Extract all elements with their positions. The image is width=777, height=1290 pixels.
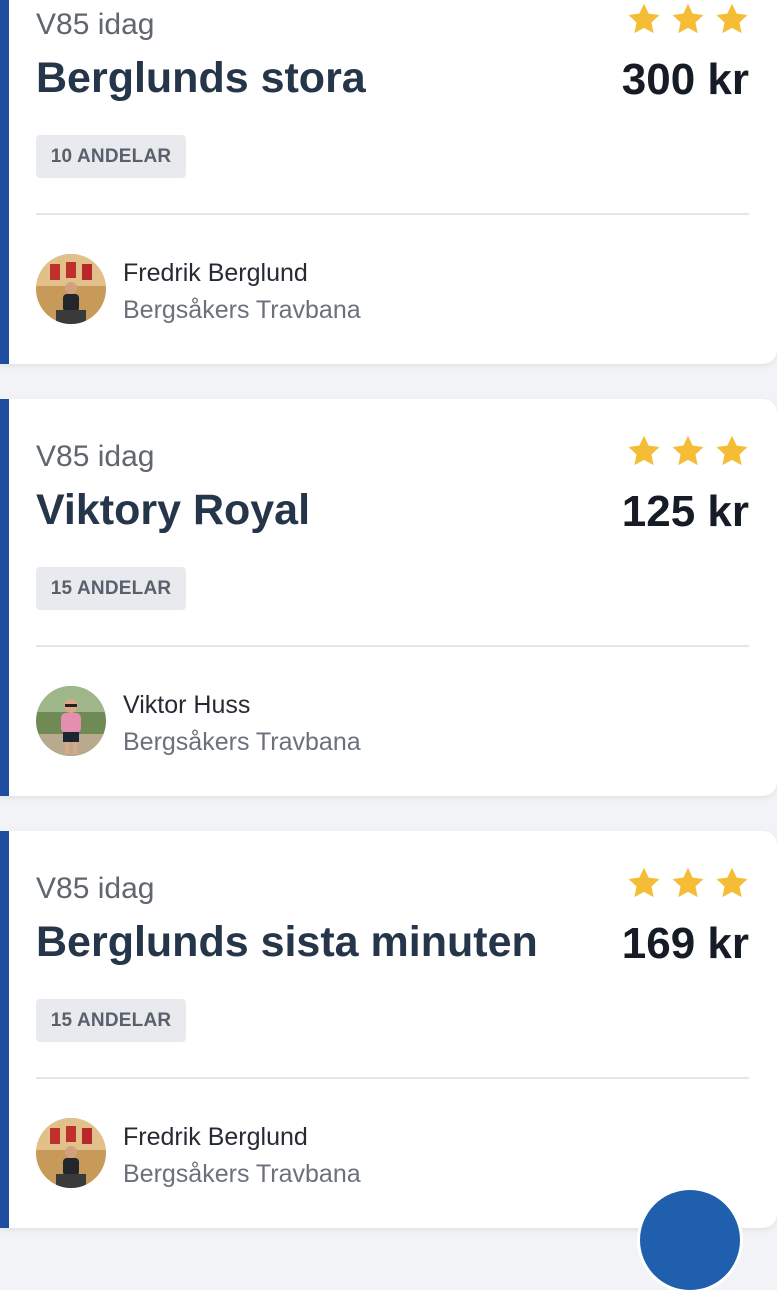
star-icon	[716, 867, 748, 898]
avatar[interactable]	[36, 254, 106, 324]
person-name: Viktor Huss	[123, 691, 251, 719]
rating-stars	[626, 433, 750, 469]
star-icon	[716, 3, 748, 34]
shares-badge: 15 ANDELAR	[36, 567, 186, 610]
venue-name: Bergsåkers Travbana	[123, 728, 361, 756]
star-icon	[672, 435, 704, 466]
person-name: Fredrik Berglund	[123, 1123, 308, 1151]
divider	[36, 213, 749, 215]
divider	[36, 645, 749, 647]
syndicate-title: Viktory Royal	[36, 486, 311, 534]
card-accent-bar	[0, 0, 9, 364]
game-label: V85 idag	[36, 8, 155, 41]
star-icon	[672, 3, 704, 34]
star-icon	[672, 867, 704, 898]
person-name: Fredrik Berglund	[123, 259, 308, 287]
avatar[interactable]	[36, 1118, 106, 1188]
rating-stars	[626, 1, 750, 37]
venue-name: Bergsåkers Travbana	[123, 1160, 361, 1188]
game-label: V85 idag	[36, 440, 155, 473]
syndicate-card-2[interactable]: V85 idag Viktory Royal 125 kr 15 ANDELAR…	[0, 399, 777, 796]
star-icon	[716, 435, 748, 466]
price: 300 kr	[621, 55, 749, 104]
person-photo-red-shirts-icon	[36, 1118, 106, 1188]
venue-name: Bergsåkers Travbana	[123, 296, 361, 324]
shares-badge: 10 ANDELAR	[36, 135, 186, 178]
floating-action-button[interactable]	[640, 1190, 740, 1290]
star-icon	[628, 435, 660, 466]
shares-badge: 15 ANDELAR	[36, 999, 186, 1042]
syndicate-card-3[interactable]: V85 idag Berglunds sista minuten 169 kr …	[0, 831, 777, 1228]
syndicate-title: Berglunds sista minuten	[36, 918, 538, 966]
card-accent-bar	[0, 831, 9, 1228]
syndicate-card-1[interactable]: V85 idag Berglunds stora 300 kr 10 ANDEL…	[0, 0, 777, 364]
price: 169 kr	[621, 919, 749, 968]
card-accent-bar	[0, 399, 9, 796]
person-photo-red-shirts-icon	[36, 254, 106, 324]
divider	[36, 1077, 749, 1079]
star-icon	[628, 867, 660, 898]
rating-stars	[626, 865, 750, 901]
avatar[interactable]	[36, 686, 106, 756]
star-icon	[628, 3, 660, 34]
price: 125 kr	[621, 487, 749, 536]
syndicate-title: Berglunds stora	[36, 54, 366, 102]
person-photo-outdoor-icon	[36, 686, 106, 756]
game-label: V85 idag	[36, 872, 155, 905]
